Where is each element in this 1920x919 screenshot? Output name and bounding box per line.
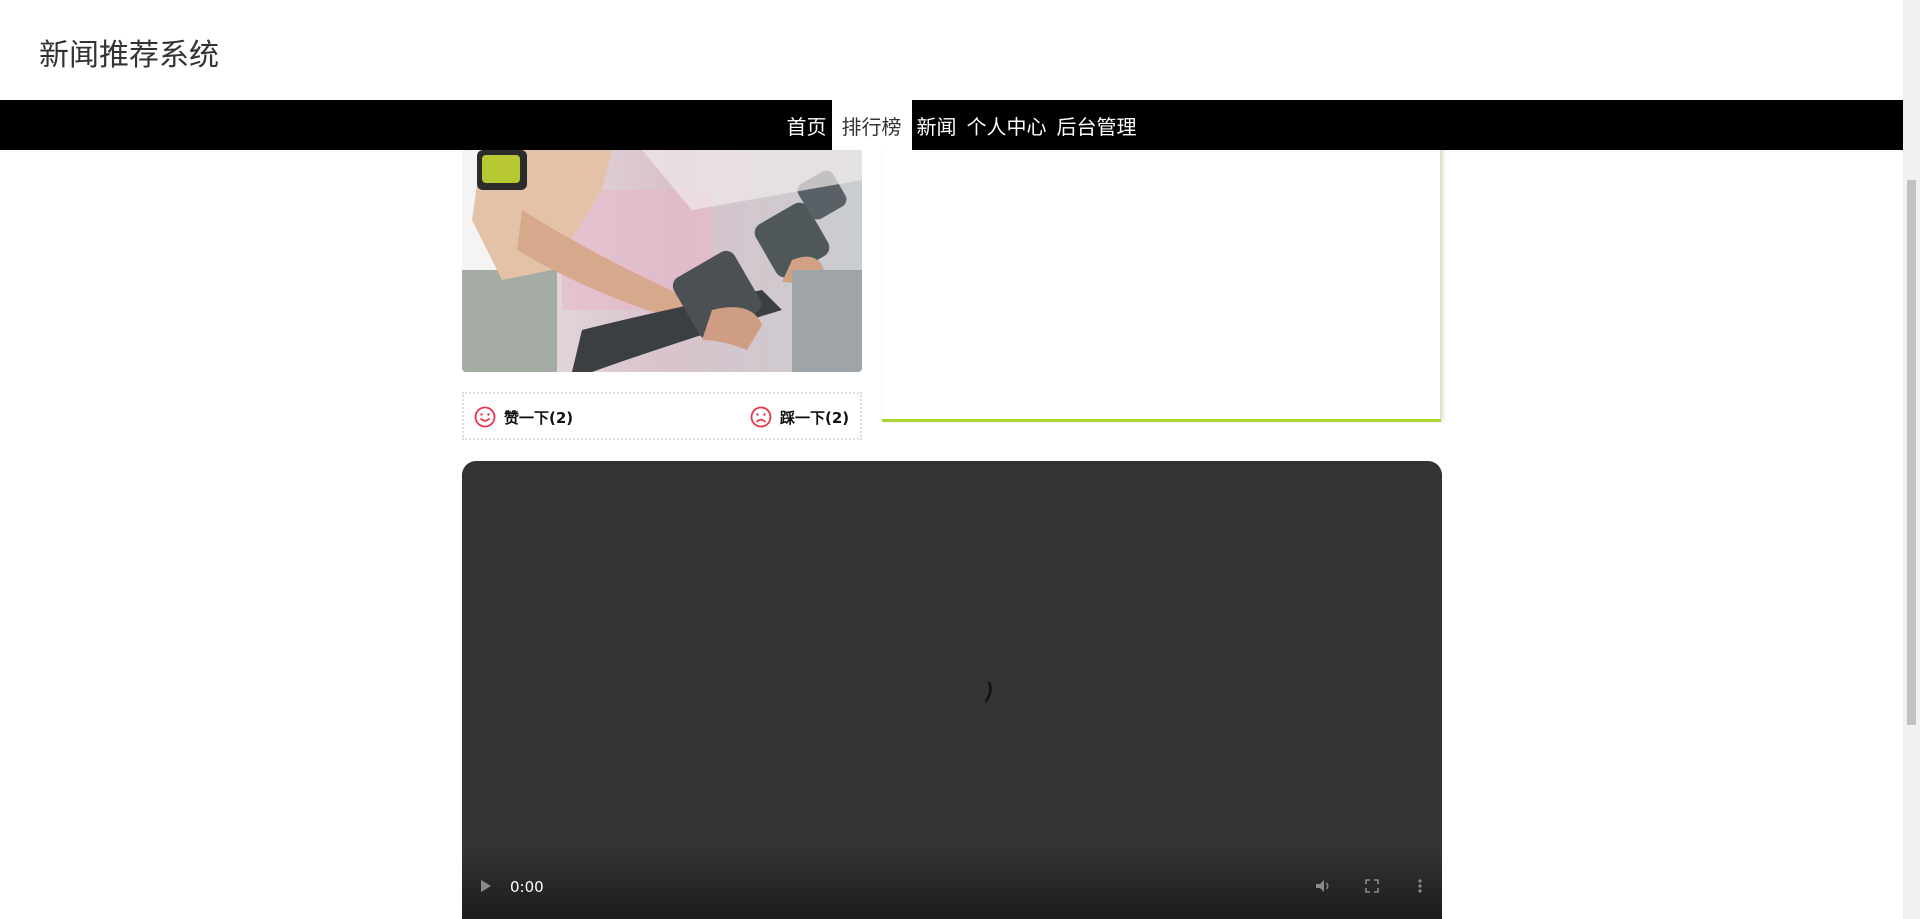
dislike-button[interactable]: 踩一下(2) [750,406,849,428]
nav-item-admin[interactable]: 后台管理 [1052,100,1142,150]
main-nav: 首页 排行榜 新闻 个人中心 后台管理 [0,100,1903,150]
page-scrollbar[interactable] [1903,0,1920,919]
video-player[interactable]: 0:00 [462,461,1442,919]
time-display: 0:00 [510,878,544,896]
nav-items: 首页 排行榜 新闻 个人中心 后台管理 [782,100,1142,150]
play-icon[interactable] [481,880,491,892]
side-panel [882,150,1441,419]
site-title: 新闻推荐系统 [39,38,219,73]
like-label: 赞一下(2) [504,408,574,427]
nav-item-home[interactable]: 首页 [782,100,832,150]
dislike-label: 踩一下(2) [780,408,850,427]
site-header: 新闻推荐系统 [0,0,1903,100]
fullscreen-icon[interactable] [1362,876,1382,896]
more-options-icon[interactable] [1410,876,1430,896]
like-button[interactable]: 赞一下(2) [474,406,573,428]
volume-icon[interactable] [1313,876,1333,896]
vote-box: 赞一下(2) 踩一下(2) [462,392,862,440]
cycling-photo [462,150,862,372]
nav-item-news[interactable]: 新闻 [912,100,962,150]
news-image [462,150,862,372]
frown-icon [750,406,772,428]
smile-icon [474,406,496,428]
scrollbar-thumb[interactable] [1907,180,1916,725]
loading-spinner-icon [984,681,992,703]
video-controls: 0:00 [462,849,1442,919]
main-content: 赞一下(2) 踩一下(2) 0:00 [0,150,1903,919]
nav-item-profile[interactable]: 个人中心 [962,100,1052,150]
nav-item-ranking[interactable]: 排行榜 [831,100,912,150]
